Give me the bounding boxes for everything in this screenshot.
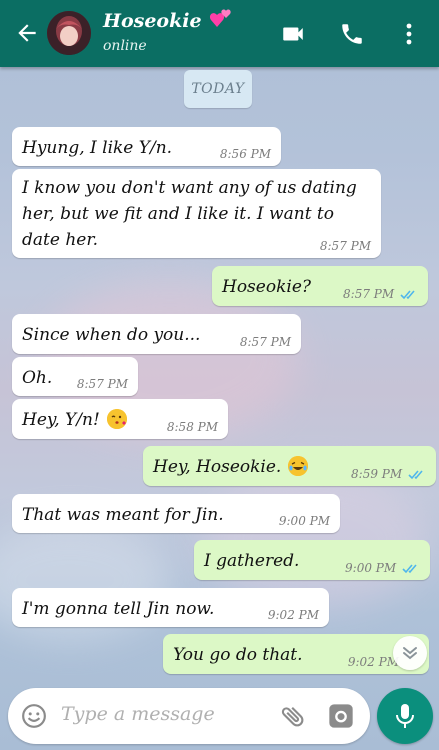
double-check-icon: [408, 470, 423, 480]
message-outgoing[interactable]: You go do that. 9:02 PM: [163, 634, 429, 674]
contact-name-text: Hoseokie: [103, 10, 202, 32]
message-incoming[interactable]: Since when do you... 8:57 PM: [12, 314, 301, 354]
message-text: I'm gonna tell Jin now.: [22, 599, 215, 619]
double-check-icon: [400, 290, 415, 300]
message-incoming[interactable]: Oh. 8:57 PM: [12, 357, 138, 396]
contact-name[interactable]: Hoseokie: [103, 9, 233, 32]
message-text: You go do that.: [173, 645, 303, 665]
message-text: Oh.: [22, 368, 53, 388]
voice-record-button[interactable]: [377, 688, 433, 744]
message-incoming[interactable]: Hyung, I like Y/n. 8:56 PM: [12, 127, 281, 166]
message-time: 8:57 PM: [76, 377, 128, 391]
message-outgoing[interactable]: Hoseokie? 8:57 PM: [212, 266, 428, 306]
scroll-to-bottom-button[interactable]: [393, 636, 427, 670]
message-incoming[interactable]: I know you don't want any of us dating h…: [12, 169, 381, 258]
message-time: 9:00 PM: [345, 561, 397, 575]
chat-header: Hoseokie online: [0, 0, 439, 67]
message-incoming[interactable]: I'm gonna tell Jin now. 9:02 PM: [12, 588, 329, 627]
laughing-emoji: [288, 456, 309, 476]
message-time: 9:00 PM: [278, 514, 330, 528]
message-composer: Type a message: [8, 688, 370, 744]
more-vert-icon[interactable]: [400, 21, 418, 47]
message-time: 9:02 PM: [267, 608, 319, 622]
double-check-icon: [402, 564, 417, 574]
paperclip-icon[interactable]: [279, 702, 307, 730]
message-time: 8:57 PM: [343, 287, 395, 301]
message-meta: 8:57 PM: [343, 287, 418, 301]
message-text: Hyung, I like Y/n.: [22, 138, 173, 158]
message-text: That was meant for Jin.: [22, 505, 224, 525]
message-time: 9:02 PM: [347, 655, 399, 669]
message-input[interactable]: Type a message: [61, 703, 215, 725]
kiss-emoji: [106, 409, 127, 429]
double-chevron-down-icon: [403, 647, 417, 660]
emoji-icon[interactable]: [21, 703, 47, 729]
message-time: 8:58 PM: [166, 420, 218, 434]
message-incoming[interactable]: Hey, Y/n! 8:58 PM: [12, 399, 228, 439]
video-call-icon[interactable]: [280, 21, 306, 47]
contact-status: online: [103, 38, 147, 54]
message-meta: 9:02 PM: [348, 655, 399, 669]
message-time: 8:56 PM: [219, 147, 271, 161]
message-outgoing[interactable]: I gathered. 9:00 PM: [194, 540, 430, 580]
message-text: Hoseokie?: [222, 277, 311, 297]
back-arrow-icon[interactable]: [14, 20, 40, 46]
message-outgoing[interactable]: Hey, Hoseokie. 8:59 PM: [143, 446, 436, 486]
message-time: 8:59 PM: [351, 467, 403, 481]
phone-icon[interactable]: [339, 21, 365, 47]
message-time: 8:57 PM: [319, 239, 371, 253]
message-text: Since when do you...: [22, 325, 201, 345]
message-time: 8:57 PM: [239, 335, 291, 349]
message-meta: 8:59 PM: [351, 467, 426, 481]
microphone-icon: [396, 704, 414, 728]
hearts-emoji: [210, 9, 231, 27]
avatar[interactable]: [47, 11, 91, 55]
message-text: Hey, Hoseokie.: [153, 457, 282, 477]
message-text: I gathered.: [204, 551, 300, 571]
message-text: Hey, Y/n!: [22, 410, 100, 430]
message-incoming[interactable]: That was meant for Jin. 9:00 PM: [12, 494, 340, 533]
message-meta: 9:00 PM: [345, 561, 420, 575]
date-divider: TODAY: [184, 70, 252, 108]
camera-icon[interactable]: [327, 702, 355, 730]
